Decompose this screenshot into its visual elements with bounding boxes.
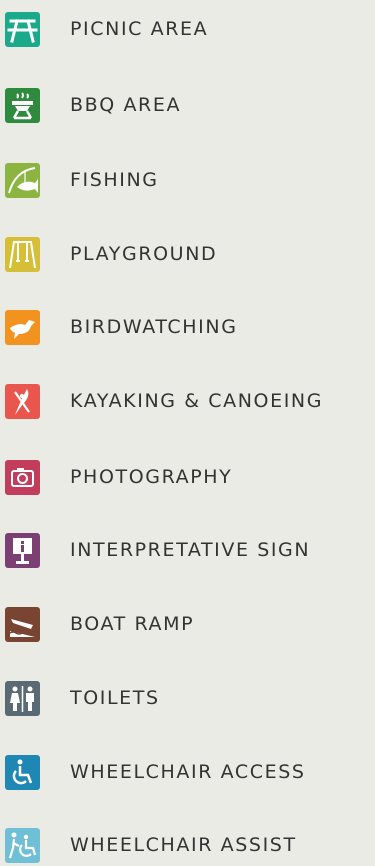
legend-label: TOILETS bbox=[70, 687, 160, 709]
legend-label: BIRDWATCHING bbox=[70, 316, 238, 338]
legend-item-bbq-area: BBQ AREA bbox=[0, 87, 375, 123]
swing-icon bbox=[5, 236, 40, 272]
legend-label: FISHING bbox=[70, 169, 159, 191]
legend-label: BOAT RAMP bbox=[70, 613, 195, 635]
legend-item-boat-ramp: BOAT RAMP bbox=[0, 606, 375, 642]
legend-item-birdwatching: BIRDWATCHING bbox=[0, 309, 375, 345]
amenities-legend: PICNIC AREA BBQ AREA FISHING PLAYGROUND … bbox=[0, 0, 375, 866]
camera-icon bbox=[5, 459, 40, 495]
info-sign-icon bbox=[5, 532, 40, 568]
boat-ramp-icon bbox=[5, 606, 40, 642]
legend-item-playground: PLAYGROUND bbox=[0, 236, 375, 272]
legend-label: PICNIC AREA bbox=[70, 18, 209, 40]
bbq-grill-icon bbox=[5, 87, 40, 123]
legend-label: PLAYGROUND bbox=[70, 243, 218, 265]
toilets-icon bbox=[5, 680, 40, 716]
legend-item-picnic-area: PICNIC AREA bbox=[0, 11, 375, 47]
legend-label: PHOTOGRAPHY bbox=[70, 466, 233, 488]
wheelchair-assist-icon bbox=[5, 827, 40, 863]
legend-item-kayaking: KAYAKING & CANOEING bbox=[0, 383, 375, 419]
wheelchair-icon bbox=[5, 754, 40, 790]
legend-label: WHEELCHAIR ASSIST bbox=[70, 834, 297, 856]
legend-label: KAYAKING & CANOEING bbox=[70, 390, 324, 412]
legend-item-fishing: FISHING bbox=[0, 162, 375, 198]
legend-item-wheelchair-access: WHEELCHAIR ACCESS bbox=[0, 754, 375, 790]
legend-item-wheelchair-assist: WHEELCHAIR ASSIST bbox=[0, 827, 375, 863]
legend-item-toilets: TOILETS bbox=[0, 680, 375, 716]
legend-label: INTERPRETATIVE SIGN bbox=[70, 539, 311, 561]
kayak-paddle-icon bbox=[5, 383, 40, 419]
bird-icon bbox=[5, 309, 40, 345]
legend-item-photography: PHOTOGRAPHY bbox=[0, 459, 375, 495]
fishing-icon bbox=[5, 162, 40, 198]
legend-label: BBQ AREA bbox=[70, 94, 182, 116]
legend-label: WHEELCHAIR ACCESS bbox=[70, 761, 306, 783]
legend-item-interpretative-sign: INTERPRETATIVE SIGN bbox=[0, 532, 375, 568]
picnic-table-icon bbox=[5, 11, 40, 47]
